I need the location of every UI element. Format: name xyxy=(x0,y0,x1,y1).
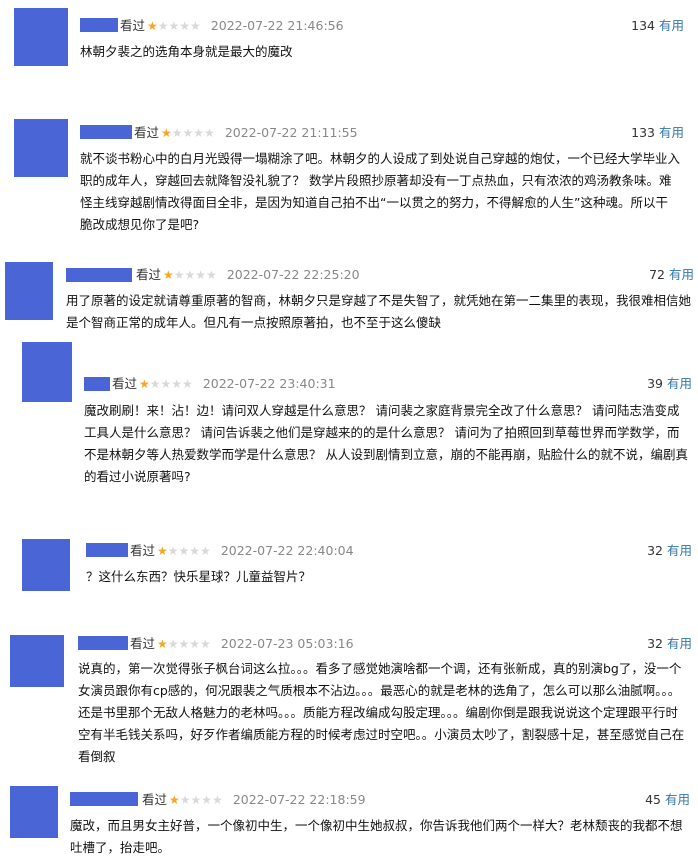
review-item: 看过 ★★★★★ 2022-07-22 21:46:56 134 有用 林朝夕裴之的选… xyxy=(0,0,698,90)
review-content: 林朝夕裴之的选角本身就是最大的魔改 xyxy=(80,44,293,59)
rating-stars: ★★★★★ xyxy=(161,126,215,140)
review-item: 看过 ★★★★★ 2022-07-23 05:03:16 32 有用 说真的，第一次觉… xyxy=(0,629,698,779)
review-item: 看过 ★★★★★ 2022-07-22 21:11:55 133 有用 就不谈书粉心中… xyxy=(0,107,698,247)
rating-stars: ★★★★★ xyxy=(147,19,201,33)
useful-link[interactable]: 有用 xyxy=(659,125,684,140)
rating-stars: ★★★★★ xyxy=(157,544,211,558)
useful-link[interactable]: 有用 xyxy=(667,636,692,651)
review-content: ？这什么东西？快乐星球？儿童益智片？ xyxy=(86,569,312,584)
review-meta: 看过 ★★★★★ 2022-07-22 22:25:20 xyxy=(136,267,360,283)
vote-area: 133 有用 xyxy=(631,125,684,141)
review-content: 魔改，而且男女主好普，一个像初中生，一个像初中生她叔叔，你告诉我他们两个一样大？… xyxy=(70,818,683,855)
avatar[interactable] xyxy=(10,786,58,838)
review-meta: 看过 ★★★★★ 2022-07-22 22:18:59 xyxy=(142,792,366,808)
review-meta: 看过 ★★★★★ 2022-07-23 05:03:16 xyxy=(130,636,354,652)
vote-count: 133 xyxy=(631,125,655,140)
rating-stars: ★★★★★ xyxy=(169,793,223,807)
review-time: 2022-07-22 22:25:20 xyxy=(226,267,360,282)
avatar[interactable] xyxy=(10,635,64,687)
vote-area: 72 有用 xyxy=(649,267,694,283)
watch-status: 看过 xyxy=(130,543,156,558)
vote-count: 72 xyxy=(649,267,665,282)
avatar[interactable] xyxy=(14,119,68,177)
username-redacted[interactable] xyxy=(66,268,132,282)
review-item: 看过 ★★★★★ 2022-07-22 22:18:59 45 有用 魔改，而且男女主… xyxy=(0,786,698,861)
useful-link[interactable]: 有用 xyxy=(669,267,694,282)
review-content: 用了原著的设定就请尊重原著的智商，林朝夕只是穿越了不是失智了，就凭她在第一二集里… xyxy=(66,293,692,330)
review-time: 2022-07-22 22:18:59 xyxy=(232,792,366,807)
watch-status: 看过 xyxy=(134,125,160,140)
review-item: 看过 ★★★★★ 2022-07-22 22:40:04 32 有用 ？这什么东西？快… xyxy=(0,535,698,615)
useful-link[interactable]: 有用 xyxy=(667,376,692,391)
username-redacted[interactable] xyxy=(70,792,138,806)
avatar[interactable] xyxy=(22,539,70,591)
username-redacted[interactable] xyxy=(86,543,128,557)
vote-area: 32 有用 xyxy=(647,636,692,652)
useful-link[interactable]: 有用 xyxy=(659,18,684,33)
watch-status: 看过 xyxy=(136,267,162,282)
review-content: 说真的，第一次觉得张子枫台词这么拉。。。看多了感觉她演啥都一个调，还有张新成，真… xyxy=(78,661,685,764)
avatar[interactable] xyxy=(14,8,68,66)
rating-stars: ★★★★★ xyxy=(157,637,211,651)
watch-status: 看过 xyxy=(130,636,156,651)
vote-count: 32 xyxy=(647,543,663,558)
avatar[interactable] xyxy=(22,342,72,402)
review-meta: 看过 ★★★★★ 2022-07-22 21:11:55 xyxy=(134,125,358,141)
username-redacted[interactable] xyxy=(80,18,118,32)
review-item: 看过 ★★★★★ 2022-07-22 23:40:31 39 有用 魔改刷刷！来！沾… xyxy=(0,342,698,526)
vote-area: 134 有用 xyxy=(631,18,684,34)
watch-status: 看过 xyxy=(112,376,138,391)
review-meta: 看过 ★★★★★ 2022-07-22 23:40:31 xyxy=(112,376,336,392)
useful-link[interactable]: 有用 xyxy=(665,792,690,807)
review-content: 就不谈书粉心中的白月光毁得一塌糊涂了吧。林朝夕的人设成了到处说自己穿越的炮仗，一… xyxy=(80,151,681,232)
review-time: 2022-07-22 23:40:31 xyxy=(202,376,336,391)
watch-status: 看过 xyxy=(120,18,146,33)
review-time: 2022-07-23 05:03:16 xyxy=(220,636,354,651)
vote-area: 32 有用 xyxy=(647,543,692,559)
vote-count: 134 xyxy=(631,18,655,33)
username-redacted[interactable] xyxy=(78,636,128,650)
review-content: 魔改刷刷！来！沾！边！请问双人穿越是什么意思？ 请问裴之家庭背景完全改了什么意思… xyxy=(84,403,688,484)
review-time: 2022-07-22 21:11:55 xyxy=(224,125,358,140)
watch-status: 看过 xyxy=(142,792,168,807)
review-meta: 看过 ★★★★★ 2022-07-22 22:40:04 xyxy=(130,543,354,559)
vote-area: 45 有用 xyxy=(645,792,690,808)
review-meta: 看过 ★★★★★ 2022-07-22 21:46:56 xyxy=(120,18,344,34)
vote-count: 32 xyxy=(647,636,663,651)
vote-count: 45 xyxy=(645,792,661,807)
useful-link[interactable]: 有用 xyxy=(667,543,692,558)
review-time: 2022-07-22 21:46:56 xyxy=(210,18,344,33)
rating-stars: ★★★★★ xyxy=(139,377,193,391)
username-redacted[interactable] xyxy=(80,125,132,139)
vote-area: 39 有用 xyxy=(647,376,692,392)
review-item: 看过 ★★★★★ 2022-07-22 22:25:20 72 有用 用了原著的设定就… xyxy=(0,255,698,340)
username-redacted[interactable] xyxy=(84,377,110,391)
avatar[interactable] xyxy=(5,262,53,320)
rating-stars: ★★★★★ xyxy=(163,268,217,282)
review-time: 2022-07-22 22:40:04 xyxy=(220,543,354,558)
vote-count: 39 xyxy=(647,376,663,391)
